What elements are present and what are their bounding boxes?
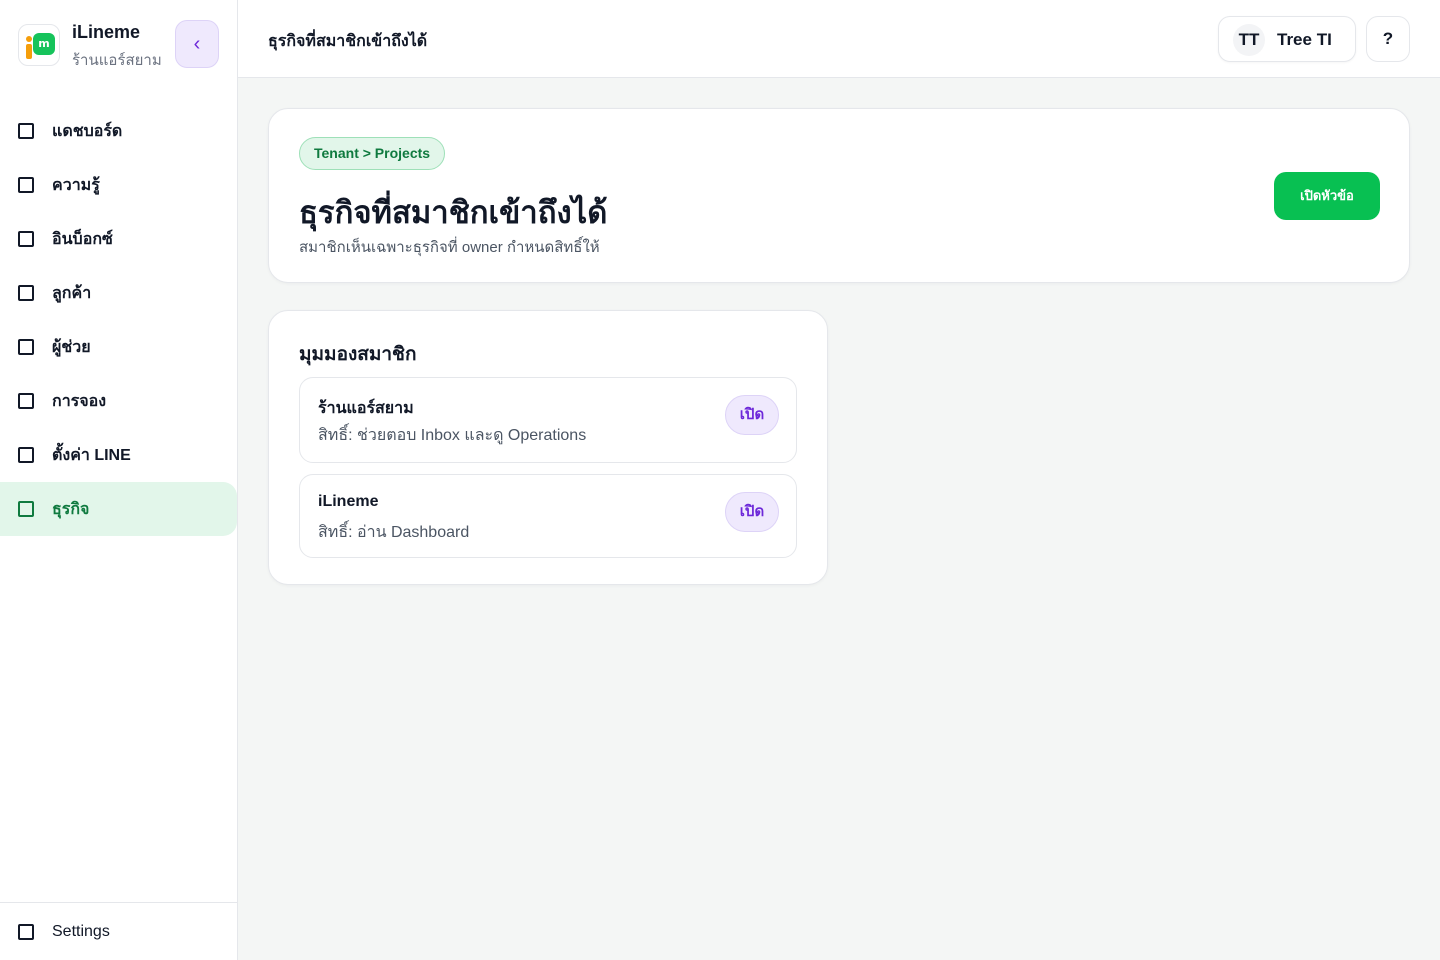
checkbox-icon <box>18 285 34 301</box>
brand-subtitle: ร้านแอร์สยาม <box>72 52 162 69</box>
sidebar-nav: แดชบอร์ด ความรู้ อินบ็อกซ์ ลูกค้า ผู้ช่ว… <box>0 104 237 536</box>
user-name: Tree TI <box>1277 30 1332 49</box>
sidebar-item-label: ผู้ช่วย <box>52 338 91 356</box>
hero-card: Tenant > Projects ธุรกิจที่สมาชิกเข้าถึง… <box>268 108 1410 283</box>
page-title: ธุรกิจที่สมาชิกเข้าถึงได้ <box>299 195 608 230</box>
sidebar-item-label: อินบ็อกซ์ <box>52 230 113 248</box>
checkbox-icon <box>18 923 34 940</box>
business-row: ร้านแอร์สยาม สิทธิ์: ช่วยตอบ Inbox และดู… <box>299 377 797 463</box>
logo-dot <box>26 36 32 42</box>
sidebar-item-assistant[interactable]: ผู้ช่วย <box>0 320 237 374</box>
logo-bar <box>26 44 32 59</box>
sidebar-item-label: ธุรกิจ <box>52 500 90 518</box>
sidebar-item-label: การจอง <box>52 392 107 410</box>
open-business-button[interactable]: เปิด <box>725 395 779 435</box>
avatar: TT <box>1233 24 1265 56</box>
open-business-button[interactable]: เปิด <box>725 492 779 532</box>
checkbox-icon <box>18 393 34 409</box>
top-bar: ธุรกิจที่สมาชิกเข้าถึงได้ TT Tree TI ? <box>238 0 1440 78</box>
chevron-left-icon: ‹ <box>193 33 201 55</box>
checkbox-icon <box>18 177 34 193</box>
sidebar-item-bookings[interactable]: การจอง <box>0 374 237 428</box>
sidebar-item-label: ลูกค้า <box>52 284 92 302</box>
business-permission: สิทธิ์: ช่วยตอบ Inbox และดู Operations <box>318 427 587 444</box>
page-header-title: ธุรกิจที่สมาชิกเข้าถึงได้ <box>268 33 428 50</box>
sidebar-item-label: Settings <box>52 922 110 940</box>
sidebar-item-inbox[interactable]: อินบ็อกซ์ <box>0 212 237 266</box>
checkbox-icon <box>18 123 34 139</box>
page-subtitle: สมาชิกเห็นเฉพาะธุรกิจที่ owner กำหนดสิทธ… <box>299 239 600 256</box>
sidebar-item-label: แดชบอร์ด <box>52 122 123 140</box>
business-name: ร้านแอร์สยาม <box>318 400 414 417</box>
sidebar-item-settings[interactable]: Settings <box>0 902 237 960</box>
help-button[interactable]: ? <box>1366 16 1410 62</box>
user-menu-button[interactable]: TT Tree TI <box>1218 16 1356 62</box>
checkbox-icon <box>18 501 34 517</box>
open-topic-button[interactable]: เปิดหัวข้อ <box>1274 172 1380 220</box>
business-row: iLineme สิทธิ์: อ่าน Dashboard เปิด <box>299 474 797 558</box>
sidebar: m iLineme ร้านแอร์สยาม ‹ แดชบอร์ด ความรู… <box>0 0 238 960</box>
sidebar-item-dashboard[interactable]: แดชบอร์ด <box>0 104 237 158</box>
member-view-title: มุมมองสมาชิก <box>299 344 417 365</box>
member-view-card: มุมมองสมาชิก ร้านแอร์สยาม สิทธิ์: ช่วยตอ… <box>268 310 828 585</box>
sidebar-item-business[interactable]: ธุรกิจ <box>0 482 237 536</box>
logo-mark: m <box>33 33 55 55</box>
sidebar-item-label: ความรู้ <box>52 176 100 194</box>
sidebar-item-line-settings[interactable]: ตั้งค่า LINE <box>0 428 237 482</box>
breadcrumb[interactable]: Tenant > Projects <box>299 137 446 170</box>
checkbox-icon <box>18 447 34 463</box>
sidebar-item-knowledge[interactable]: ความรู้ <box>0 158 237 212</box>
checkbox-icon <box>18 339 34 355</box>
business-name: iLineme <box>318 493 379 510</box>
sidebar-item-customers[interactable]: ลูกค้า <box>0 266 237 320</box>
app-logo: m <box>18 24 60 66</box>
sidebar-item-label: ตั้งค่า LINE <box>52 446 131 464</box>
business-permission: สิทธิ์: อ่าน Dashboard <box>318 524 470 541</box>
checkbox-icon <box>18 231 34 247</box>
collapse-sidebar-button[interactable]: ‹ <box>175 20 219 68</box>
brand-name: iLineme <box>72 22 141 42</box>
